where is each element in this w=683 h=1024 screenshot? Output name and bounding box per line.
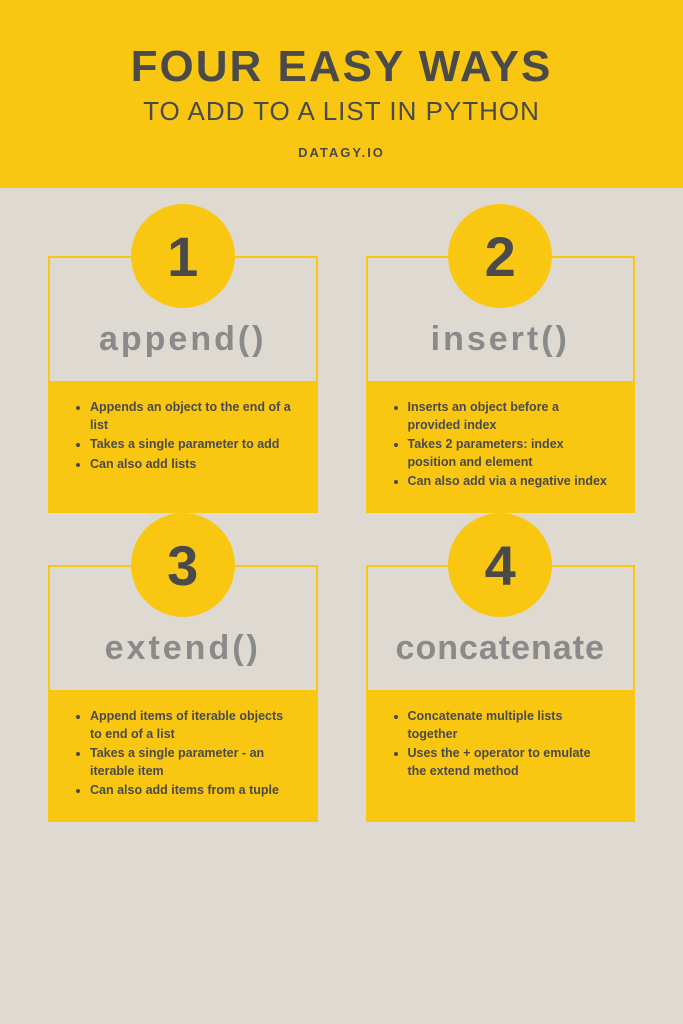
card-details: Inserts an object before a provided inde… (368, 381, 634, 511)
cards-grid: 1 append() Appends an object to the end … (0, 188, 683, 856)
detail-point: Can also add lists (90, 456, 294, 474)
header: FOUR EASY WAYS TO ADD TO A LIST IN PYTHO… (0, 0, 683, 188)
card-details: Concatenate multiple lists together Uses… (368, 690, 634, 820)
detail-point: Inserts an object before a provided inde… (408, 399, 612, 434)
detail-point: Uses the + operator to emulate the exten… (408, 745, 612, 780)
card-concatenate: 4 concatenate Concatenate multiple lists… (366, 565, 636, 822)
detail-point: Takes a single parameter to add (90, 436, 294, 454)
card-number: 1 (167, 224, 198, 289)
detail-point: Can also add via a negative index (408, 473, 612, 491)
detail-point: Takes a single parameter - an iterable i… (90, 745, 294, 780)
card-extend: 3 extend() Append items of iterable obje… (48, 565, 318, 822)
card-number: 4 (485, 533, 516, 598)
detail-point: Append items of iterable objects to end … (90, 708, 294, 743)
card-insert: 2 insert() Inserts an object before a pr… (366, 256, 636, 513)
detail-point: Concatenate multiple lists together (408, 708, 612, 743)
site-label: DATAGY.IO (20, 145, 663, 160)
number-badge: 3 (131, 513, 235, 617)
card-details: Append items of iterable objects to end … (50, 690, 316, 820)
detail-point: Appends an object to the end of a list (90, 399, 294, 434)
page-subtitle: TO ADD TO A LIST IN PYTHON (20, 96, 663, 127)
number-badge: 4 (448, 513, 552, 617)
card-append: 1 append() Appends an object to the end … (48, 256, 318, 513)
card-number: 2 (485, 224, 516, 289)
number-badge: 1 (131, 204, 235, 308)
card-details: Appends an object to the end of a list T… (50, 381, 316, 511)
card-number: 3 (167, 533, 198, 598)
number-badge: 2 (448, 204, 552, 308)
page-title: FOUR EASY WAYS (20, 42, 663, 92)
detail-point: Takes 2 parameters: index position and e… (408, 436, 612, 471)
detail-point: Can also add items from a tuple (90, 782, 294, 800)
